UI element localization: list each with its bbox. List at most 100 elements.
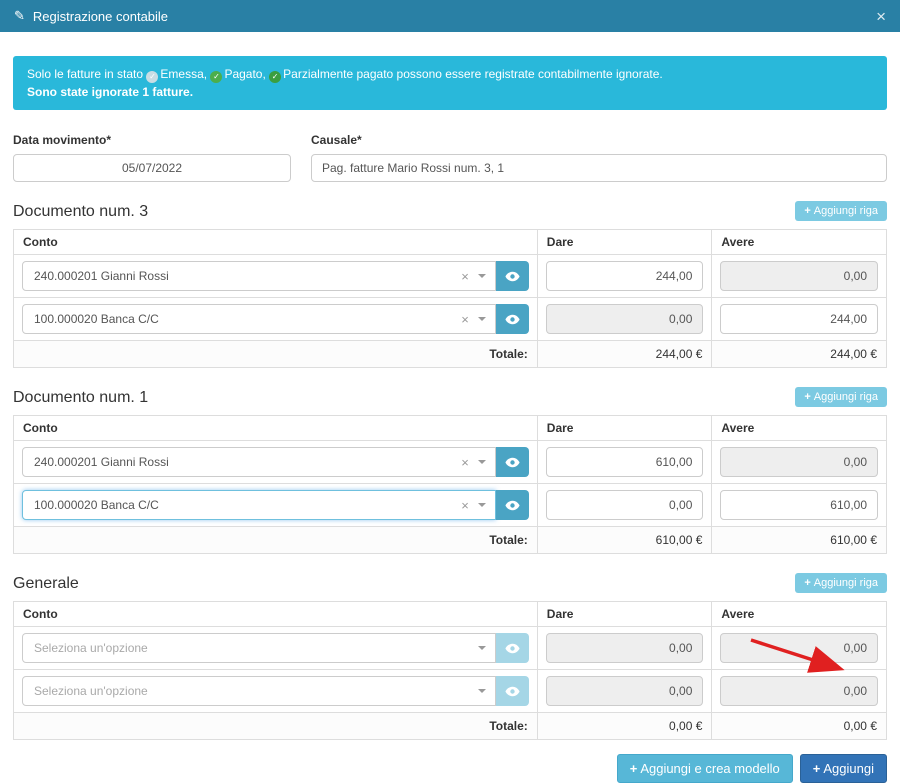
totals-avere: 610,00 € <box>712 527 887 554</box>
avere-input[interactable] <box>720 261 878 291</box>
modal-title: Registrazione contabile <box>33 9 168 24</box>
registrazione-contabile-modal: ✎ Registrazione contabile × Solo le fatt… <box>0 0 900 702</box>
eye-button[interactable] <box>496 633 529 663</box>
section-0: Documento num. 3 +Aggiungi riga ContoDareA… <box>13 201 887 368</box>
status-emessa: ✓Emessa, <box>146 67 210 81</box>
date-field-wrap: Data movimento* <box>13 133 291 182</box>
section-1: Documento num. 1 +Aggiungi riga ContoDareA… <box>13 387 887 554</box>
eye-icon <box>505 314 520 325</box>
status-pagato: ✓Pagato, <box>210 67 269 81</box>
column-header: Avere <box>712 230 887 255</box>
add-row-button[interactable]: +Aggiungi riga <box>795 387 887 407</box>
chevron-down-icon <box>478 460 486 464</box>
eye-icon <box>505 643 520 654</box>
avere-input[interactable] <box>720 633 878 663</box>
plus-icon: + <box>630 761 638 776</box>
modal-header: ✎ Registrazione contabile × <box>0 0 900 32</box>
rows-table: ContoDareAvere240.000201 Gianni Rossi×10… <box>13 415 887 554</box>
eye-icon <box>505 500 520 511</box>
alert-line1: Solo le fatture in stato ✓Emessa, ✓Pagat… <box>27 65 873 83</box>
eye-button[interactable] <box>496 490 529 520</box>
parzialmente-pagato-status-icon: ✓ <box>269 71 281 83</box>
column-header: Conto <box>14 416 538 441</box>
column-header: Dare <box>537 416 712 441</box>
dare-input[interactable] <box>546 304 704 334</box>
plus-icon: + <box>804 205 810 217</box>
add-row-button[interactable]: +Aggiungi riga <box>795 201 887 221</box>
conto-select[interactable]: 100.000020 Banca C/C× <box>22 490 496 520</box>
eye-icon <box>505 686 520 697</box>
column-header: Conto <box>14 230 538 255</box>
totals-row: Totale:0,00 €0,00 € <box>14 713 887 740</box>
eye-button[interactable] <box>496 304 529 334</box>
alert-line2: Sono state ignorate 1 fatture. <box>27 83 873 101</box>
conto-select-value: 100.000020 Banca C/C <box>34 498 461 512</box>
chevron-down-icon <box>478 503 486 507</box>
column-header: Dare <box>537 602 712 627</box>
conto-select-value: 100.000020 Banca C/C <box>34 312 461 326</box>
avere-input[interactable] <box>720 304 878 334</box>
dare-input[interactable] <box>546 633 704 663</box>
column-header: Avere <box>712 602 887 627</box>
form-row: Data movimento* Causale* <box>13 133 887 182</box>
status-parzialmente-pagato: ✓Parzialmente pagato <box>269 67 396 81</box>
emessa-status-icon: ✓ <box>146 71 158 83</box>
section-title: Documento num. 1 <box>13 389 148 407</box>
totals-avere: 0,00 € <box>712 713 887 740</box>
section-title: Generale <box>13 575 79 593</box>
dare-input[interactable] <box>546 447 704 477</box>
table-row: Seleziona un'opzione <box>14 670 887 713</box>
footer-actions: +Aggiungi e crea modello +Aggiungi <box>13 754 887 783</box>
totals-row: Totale:610,00 €610,00 € <box>14 527 887 554</box>
totals-label: Totale: <box>14 713 538 740</box>
alert-suffix: possono essere registrate contabilmente … <box>397 67 663 81</box>
dare-input[interactable] <box>546 490 704 520</box>
section-title: Documento num. 3 <box>13 203 148 221</box>
table-row: 100.000020 Banca C/C× <box>14 298 887 341</box>
conto-select[interactable]: 240.000201 Gianni Rossi× <box>22 447 496 477</box>
alert-prefix: Solo le fatture in stato <box>27 67 143 81</box>
dare-input[interactable] <box>546 261 704 291</box>
clear-icon[interactable]: × <box>461 312 469 327</box>
plus-icon: + <box>804 391 810 403</box>
table-row: 240.000201 Gianni Rossi× <box>14 255 887 298</box>
rows-table: ContoDareAvere Seleziona un'opzione Selezi… <box>13 601 887 740</box>
totals-label: Totale: <box>14 341 538 368</box>
table-row: Seleziona un'opzione <box>14 627 887 670</box>
column-header: Conto <box>14 602 538 627</box>
section-2: Generale +Aggiungi riga ContoDareAvere Sele… <box>13 573 887 740</box>
aggiungi-button[interactable]: +Aggiungi <box>800 754 887 783</box>
table-row: 240.000201 Gianni Rossi× <box>14 441 887 484</box>
causale-input[interactable] <box>311 154 887 182</box>
conto-select-value: 240.000201 Gianni Rossi <box>34 269 461 283</box>
causale-label: Causale* <box>311 133 887 147</box>
date-input[interactable] <box>13 154 291 182</box>
chevron-down-icon <box>478 646 486 650</box>
column-header: Dare <box>537 230 712 255</box>
eye-button[interactable] <box>496 261 529 291</box>
sections-container: Documento num. 3+Aggiungi rigaContoDareA… <box>13 201 887 740</box>
close-icon[interactable]: × <box>876 8 886 25</box>
aggiungi-e-crea-modello-button[interactable]: +Aggiungi e crea modello <box>617 754 793 783</box>
totals-dare: 0,00 € <box>537 713 712 740</box>
chevron-down-icon <box>478 274 486 278</box>
conto-select-value: Seleziona un'opzione <box>34 641 478 655</box>
alert-statuses: ✓Emessa, ✓Pagato, ✓Parzialmente pagato <box>146 67 396 81</box>
conto-select[interactable]: 100.000020 Banca C/C× <box>22 304 496 334</box>
pagato-status-icon: ✓ <box>210 71 222 83</box>
chevron-down-icon <box>478 317 486 321</box>
conto-select[interactable]: 240.000201 Gianni Rossi× <box>22 261 496 291</box>
conto-select-value: Seleziona un'opzione <box>34 684 478 698</box>
add-row-button[interactable]: +Aggiungi riga <box>795 573 887 593</box>
rows-table: ContoDareAvere240.000201 Gianni Rossi×10… <box>13 229 887 368</box>
clear-icon[interactable]: × <box>461 455 469 470</box>
clear-icon[interactable]: × <box>461 269 469 284</box>
avere-input[interactable] <box>720 490 878 520</box>
eye-button[interactable] <box>496 447 529 477</box>
conto-select[interactable]: Seleziona un'opzione <box>22 633 496 663</box>
pencil-icon: ✎ <box>14 8 25 24</box>
modal-body: Solo le fatture in stato ✓Emessa, ✓Pagat… <box>0 56 900 783</box>
eye-icon <box>505 457 520 468</box>
clear-icon[interactable]: × <box>461 498 469 513</box>
avere-input[interactable] <box>720 447 878 477</box>
